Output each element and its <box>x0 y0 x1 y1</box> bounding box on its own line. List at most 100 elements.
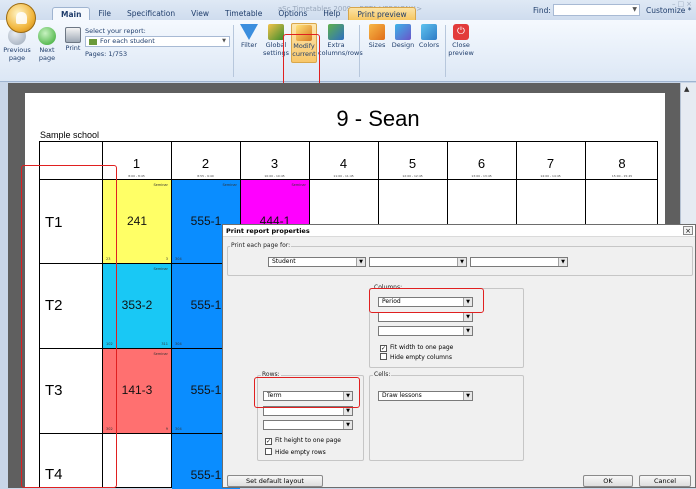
ribbon-tabs: Main File Specification View Timetable O… <box>52 7 416 21</box>
hide-empty-rows-label: Hide empty rows <box>275 449 326 456</box>
report-select-value: For each student <box>100 37 155 45</box>
fit-height-label: Fit height to one page <box>275 437 341 444</box>
chevron-down-icon: ▼ <box>457 258 466 266</box>
fit-width-label: Fit width to one page <box>390 344 454 351</box>
chevron-down-icon: ▼ <box>356 258 365 266</box>
filter-button[interactable]: Filter <box>237 24 261 50</box>
tab-file[interactable]: File <box>90 7 119 21</box>
next-page-label: Next page <box>38 46 56 62</box>
lesson-tag: Seminar <box>291 183 306 187</box>
lesson-room: 304 <box>175 257 182 261</box>
tab-options[interactable]: Options <box>270 7 315 21</box>
cancel-button[interactable]: Cancel <box>639 475 691 487</box>
lesson-card[interactable]: Seminar 444-1 <box>241 180 309 228</box>
extra-columns-button[interactable]: Extra columns/rows <box>318 24 363 57</box>
ok-button[interactable]: OK <box>583 475 633 487</box>
close-preview-button[interactable]: ⏻ Close preview <box>448 24 474 57</box>
fit-width-checkbox[interactable]: ✓ Fit width to one page <box>380 344 453 352</box>
design-button[interactable]: Design <box>390 24 416 50</box>
set-default-layout-button[interactable]: Set default layout <box>227 475 323 487</box>
window-controls[interactable]: –□× <box>672 0 694 8</box>
tab-main[interactable]: Main <box>52 7 91 21</box>
chevron-down-icon: ▼ <box>463 313 472 321</box>
chevron-down-icon[interactable]: ▼ <box>632 6 637 13</box>
chevron-down-icon: ▼ <box>463 327 472 335</box>
period-time: 15:00 - 15:45 <box>611 174 633 178</box>
lesson-tag: Seminar <box>153 267 168 271</box>
colors-label: Colors <box>418 41 440 49</box>
hide-empty-rows-checkbox[interactable]: Hide empty rows <box>265 448 326 456</box>
cells-select[interactable]: Draw lessons ▼ <box>378 391 473 401</box>
lesson-room: 304 <box>175 342 182 346</box>
ribbon-separator <box>445 25 446 77</box>
fit-height-checkbox[interactable]: ✓ Fit height to one page <box>265 437 341 445</box>
print-each-select-3[interactable]: ▼ <box>470 257 568 267</box>
print-button[interactable]: Print <box>62 27 84 53</box>
settings-icon <box>268 24 284 40</box>
annotation-highlight-columns <box>369 288 484 313</box>
ruler-icon <box>369 24 385 40</box>
school-name: Sample school <box>40 130 100 140</box>
annotation-highlight-rows <box>21 165 117 488</box>
period-header: 4 <box>339 156 348 171</box>
previous-page-label: Previous page <box>3 46 31 62</box>
palette-icon <box>421 24 437 40</box>
period-header: 6 <box>477 156 486 171</box>
tab-help[interactable]: Help <box>315 7 348 21</box>
hide-empty-columns-label: Hide empty columns <box>390 354 452 361</box>
close-preview-label: Close preview <box>448 41 474 57</box>
columns-select-2[interactable]: ▼ <box>378 312 473 322</box>
app-menu-orb[interactable] <box>6 3 36 33</box>
checkbox-empty-icon <box>380 353 387 360</box>
print-each-select[interactable]: Student ▼ <box>268 257 366 267</box>
tab-specification[interactable]: Specification <box>119 7 183 21</box>
colors-button[interactable]: Colors <box>417 24 441 50</box>
lesson-room: 9 <box>165 427 168 431</box>
report-icon <box>89 39 97 45</box>
period-header: 7 <box>546 156 555 171</box>
period-header: 5 <box>408 156 417 171</box>
lesson-tag: Seminar <box>153 352 168 356</box>
report-select[interactable]: For each student ▼ <box>85 36 230 47</box>
cells-label: Cells: <box>373 371 392 378</box>
rows-select-3[interactable]: ▼ <box>263 420 353 430</box>
checkbox-checked-icon: ✓ <box>265 438 272 445</box>
timetable-title: 9 - Sean <box>336 106 420 131</box>
period-time: 14:00 - 14:45 <box>540 174 561 178</box>
arrow-right-icon <box>38 27 56 45</box>
checkbox-empty-icon <box>265 448 272 455</box>
power-icon: ⏻ <box>453 24 469 40</box>
printer-icon <box>65 27 81 43</box>
tab-timetable[interactable]: Timetable <box>217 7 270 21</box>
lesson-room: 304 <box>175 427 182 431</box>
lesson-tag: Seminar <box>153 183 168 187</box>
hide-empty-columns-checkbox[interactable]: Hide empty columns <box>380 353 452 361</box>
brush-icon <box>395 24 411 40</box>
dialog-title: Print report properties <box>226 227 310 235</box>
cells-value: Draw lessons <box>382 392 422 399</box>
ribbon-separator <box>359 25 360 77</box>
close-icon[interactable]: × <box>683 226 693 235</box>
funnel-icon <box>240 24 258 40</box>
dialog-titlebar: Print report properties × <box>223 225 695 237</box>
period-time: 8:55 - 9:40 <box>197 174 214 178</box>
print-each-select-2[interactable]: ▼ <box>369 257 467 267</box>
print-report-properties-dialog: Print report properties × Print each pag… <box>222 224 696 488</box>
filter-label: Filter <box>240 41 258 49</box>
period-header: 2 <box>201 156 210 171</box>
print-label: Print <box>65 44 81 52</box>
columns-select-3[interactable]: ▼ <box>378 326 473 336</box>
chevron-up-icon[interactable]: ▲ <box>684 85 689 93</box>
find-input[interactable]: ▼ <box>553 4 640 16</box>
tab-print-preview[interactable]: Print preview <box>348 7 416 21</box>
chevron-down-icon: ▼ <box>222 38 226 44</box>
chevron-down-icon: ▼ <box>343 421 352 429</box>
tab-view[interactable]: View <box>183 7 217 21</box>
next-page-button[interactable]: Next page <box>33 27 61 62</box>
ribbon-separator <box>233 25 234 77</box>
chevron-down-icon: ▼ <box>343 407 352 415</box>
period-time: 13:00 - 13:45 <box>471 174 492 178</box>
sizes-button[interactable]: Sizes <box>366 24 388 50</box>
cells-group <box>369 375 524 461</box>
title-bar: aSc Timetables 2009 <BETA VERSION!!> Mai… <box>0 0 696 21</box>
